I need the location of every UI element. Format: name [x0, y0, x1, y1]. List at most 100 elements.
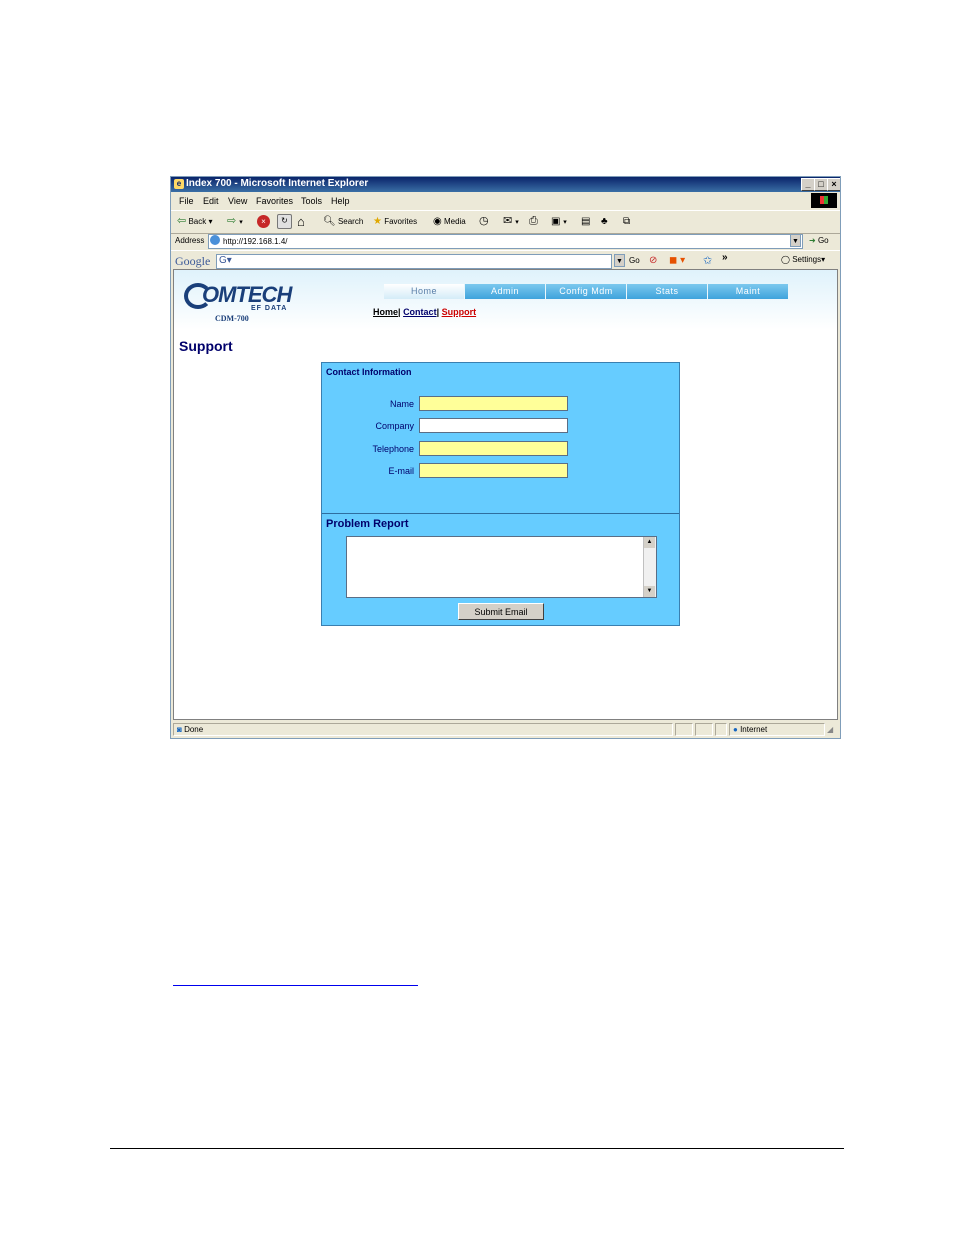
google-go-button[interactable]: Go [629, 256, 640, 265]
home-icon[interactable]: ⌂ [297, 214, 305, 229]
support-form-panel: Contact Information Name Company Telepho… [321, 362, 680, 626]
media-label: Media [443, 217, 466, 226]
media-icon: ◉ [433, 216, 442, 227]
google-g-icon: G▾ [219, 255, 232, 266]
section-divider [322, 513, 679, 514]
popup-blocker-icon[interactable]: ⊘ [649, 255, 657, 266]
edit-icon[interactable]: ▣ ▾ [551, 214, 567, 229]
print-icon[interactable]: ⎙ [529, 214, 538, 229]
logo-sub: EF DATA [251, 305, 288, 312]
tab-admin[interactable]: Admin [465, 284, 545, 299]
forward-arrow-icon[interactable]: ⇨ ▾ [227, 214, 243, 229]
google-toolbar: Google G▾ ▼ Go ⊘ ◼ ▾ ✩ » ◯ Settings▾ [171, 250, 840, 270]
separator: | [398, 307, 401, 317]
google-settings-button[interactable]: ◯ Settings▾ [781, 255, 825, 264]
tab-stats[interactable]: Stats [627, 284, 707, 299]
status-page-icon: ◙ [177, 725, 182, 734]
settings-label: Settings [792, 255, 822, 264]
media-button[interactable]: ◉ Media [433, 214, 466, 229]
footer-rule [110, 1148, 844, 1149]
maximize-button[interactable]: □ [814, 178, 828, 191]
document-link-underline[interactable] [173, 985, 418, 986]
favorites-button[interactable]: ★ Favorites [373, 214, 417, 229]
subnav-home-link[interactable]: Home [373, 307, 398, 317]
search-icon: 🔍︎ [323, 216, 336, 227]
toolbar: ⇦ Back ▾ ⇨ ▾ × ↻ ⌂ 🔍︎ Search ★ Favorites… [171, 210, 840, 234]
globe-icon: ● [733, 725, 738, 734]
page-viewport: OMTECH EF DATA CDM-700 Home Admin Config… [173, 269, 838, 720]
problem-report-heading: Problem Report [326, 518, 409, 530]
status-bar: ◙ Done ● Internet ◢ [171, 722, 840, 738]
header-banner: OMTECH EF DATA CDM-700 Home Admin Config… [174, 270, 837, 330]
stop-icon[interactable]: × [257, 214, 270, 229]
status-pane [675, 723, 693, 736]
menu-edit[interactable]: Edit [203, 196, 219, 206]
problem-report-textarea[interactable]: ▲ ▼ [346, 536, 657, 598]
comtech-logo: OMTECH EF DATA [184, 282, 334, 312]
back-label: Back [188, 217, 207, 226]
email-input[interactable] [419, 463, 568, 478]
name-input[interactable] [419, 396, 568, 411]
subnav-contact-link[interactable]: Contact [403, 307, 437, 317]
address-go-label: Go [817, 236, 829, 245]
sub-navigation: Home| Contact| Support [373, 307, 476, 317]
address-go-button[interactable]: ➜ Go [809, 236, 829, 245]
google-dropdown-icon[interactable]: ▼ [614, 254, 625, 267]
minimize-button[interactable]: _ [801, 178, 815, 191]
status-pane [715, 723, 727, 736]
scroll-down-icon[interactable]: ▼ [644, 586, 655, 597]
subnav-support-link[interactable]: Support [442, 307, 477, 317]
menu-tools[interactable]: Tools [301, 196, 322, 206]
menu-view[interactable]: View [228, 196, 247, 206]
company-input[interactable] [419, 418, 568, 433]
messenger-icon[interactable]: ♣ [601, 214, 608, 229]
search-label: Search [337, 217, 364, 226]
resize-grip-icon[interactable]: ◢ [827, 725, 833, 734]
pagerank-icon: ◼ ▾ [669, 255, 686, 266]
status-zone-label: Internet [740, 725, 768, 734]
menu-help[interactable]: Help [331, 196, 350, 206]
name-label: Name [389, 399, 414, 409]
page-title: Support [179, 338, 233, 354]
tab-config-mdm[interactable]: Config Mdm [546, 284, 626, 299]
more-chevron-icon[interactable]: » [722, 252, 728, 263]
refresh-icon[interactable]: ↻ [277, 214, 292, 230]
scroll-up-icon[interactable]: ▲ [644, 537, 655, 548]
go-arrow-icon: ➜ [809, 236, 816, 245]
telephone-input[interactable] [419, 441, 568, 456]
tab-home[interactable]: Home [384, 284, 464, 299]
page-icon [210, 235, 220, 245]
textarea-scrollbar[interactable]: ▲ ▼ [643, 537, 656, 597]
address-input[interactable]: http://192.168.1.4/ [208, 234, 803, 249]
email-label: E-mail [388, 466, 414, 476]
google-search-input[interactable]: G▾ [216, 254, 612, 269]
discuss-icon[interactable]: ▤ [581, 214, 590, 229]
back-arrow-icon: ⇦ [177, 215, 187, 227]
window-title: Index 700 - Microsoft Internet Explorer [186, 178, 369, 189]
settings-icon: ◯ [781, 255, 790, 264]
telephone-label: Telephone [372, 444, 414, 454]
status-text: Done [184, 725, 204, 734]
close-button[interactable]: × [827, 178, 840, 191]
contact-heading: Contact Information [326, 367, 412, 377]
google-logo: Google [175, 254, 211, 268]
address-url: http://192.168.1.4/ [223, 237, 288, 246]
windows-logo-icon [811, 193, 837, 208]
address-dropdown-icon[interactable]: ▼ [790, 234, 801, 247]
submit-email-button[interactable]: Submit Email [458, 603, 544, 620]
search-button[interactable]: 🔍︎ Search [323, 214, 363, 229]
address-label: Address [175, 236, 205, 245]
status-pane [695, 723, 713, 736]
ie-icon: e [174, 179, 184, 189]
history-icon[interactable]: ◷ [479, 214, 489, 229]
menu-favorites[interactable]: Favorites [256, 196, 293, 206]
model-label: CDM-700 [215, 314, 249, 323]
back-button[interactable]: ⇦ Back ▾ [177, 214, 213, 229]
tab-maint[interactable]: Maint [708, 284, 788, 299]
address-bar: Address http://192.168.1.4/ ▼ ➜ Go [171, 232, 840, 250]
separator: | [436, 307, 440, 317]
mail-icon[interactable]: ✉ ▾ [503, 214, 519, 229]
code-icon[interactable]: ⧉ [623, 214, 630, 229]
bookmark-star-icon[interactable]: ✩ [703, 254, 712, 267]
menu-file[interactable]: File [179, 196, 194, 206]
